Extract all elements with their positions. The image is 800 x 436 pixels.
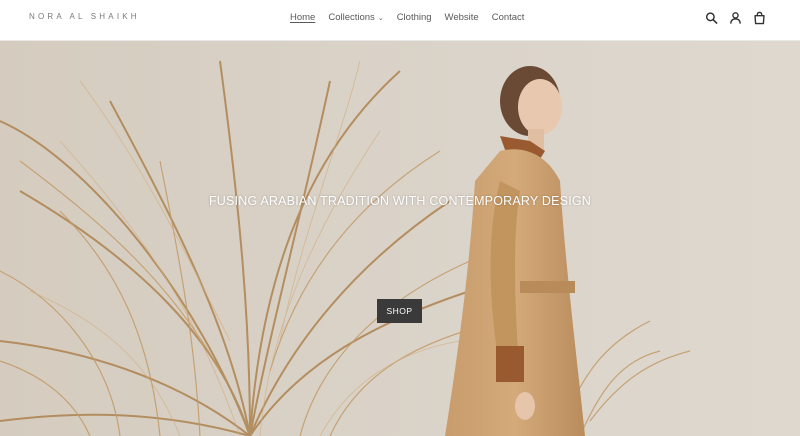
search-icon[interactable] <box>705 11 718 25</box>
hero-banner: FUSING ARABIAN TRADITION WITH CONTEMPORA… <box>0 41 800 436</box>
cart-icon[interactable] <box>753 11 766 25</box>
chevron-down-icon: ⌄ <box>377 15 384 22</box>
site-header: NORA AL SHAIKH Home Collections ⌄ Clothi… <box>0 0 800 41</box>
account-icon[interactable] <box>729 11 742 25</box>
nav-collections[interactable]: Collections ⌄ <box>328 12 383 24</box>
hero-headline: FUSING ARABIAN TRADITION WITH CONTEMPORA… <box>208 194 592 208</box>
nav-home[interactable]: Home <box>290 12 315 24</box>
hero-image <box>0 41 800 436</box>
site-logo[interactable]: NORA AL SHAIKH <box>29 12 140 21</box>
nav-website[interactable]: Website <box>445 12 479 24</box>
shop-button[interactable]: SHOP <box>377 299 422 323</box>
nav-clothing[interactable]: Clothing <box>397 12 432 24</box>
main-nav: Home Collections ⌄ Clothing Website Cont… <box>290 12 537 24</box>
header-icons <box>705 11 766 25</box>
nav-contact[interactable]: Contact <box>492 12 525 24</box>
nav-collections-label: Collections <box>328 12 375 23</box>
